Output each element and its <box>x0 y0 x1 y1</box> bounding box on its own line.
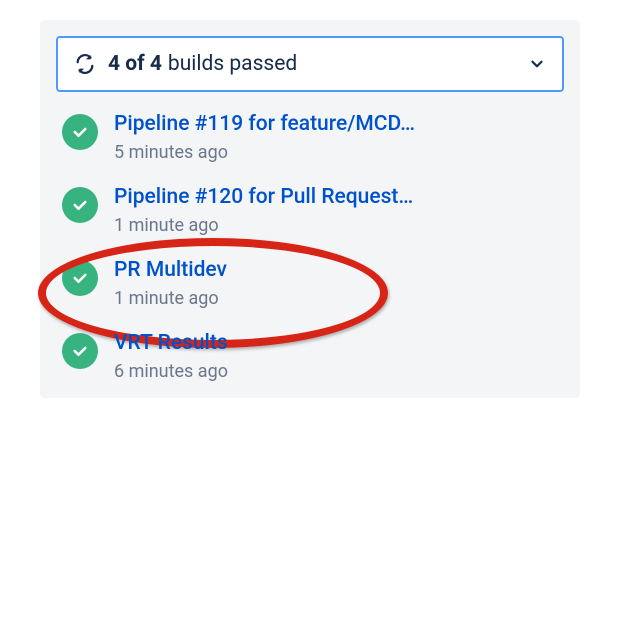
build-text: PR Multidev 1 minute ago <box>114 258 564 309</box>
build-link[interactable]: Pipeline #120 for Pull Request… <box>114 185 514 209</box>
chevron-down-icon <box>528 55 546 73</box>
check-circle-icon <box>62 114 98 150</box>
check-circle-icon <box>62 260 98 296</box>
builds-status: builds passed <box>168 52 297 76</box>
builds-summary-toggle[interactable]: 4 of 4 builds passed <box>56 36 564 92</box>
check-circle-icon <box>62 333 98 369</box>
build-item: Pipeline #120 for Pull Request… 1 minute … <box>62 185 564 236</box>
check-circle-icon <box>62 187 98 223</box>
builds-list: Pipeline #119 for feature/MCD… 5 minutes … <box>56 112 564 382</box>
build-text: Pipeline #120 for Pull Request… 1 minute … <box>114 185 564 236</box>
builds-count: 4 of 4 <box>108 52 162 76</box>
build-link[interactable]: VRT Results <box>114 331 514 355</box>
build-timestamp: 1 minute ago <box>114 215 564 236</box>
build-link[interactable]: PR Multidev <box>114 258 514 282</box>
build-item: Pipeline #119 for feature/MCD… 5 minutes … <box>62 112 564 163</box>
builds-panel: 4 of 4 builds passed Pipeline #119 for f… <box>40 20 580 398</box>
build-item: VRT Results 6 minutes ago <box>62 331 564 382</box>
build-text: VRT Results 6 minutes ago <box>114 331 564 382</box>
refresh-icon <box>74 53 96 75</box>
builds-summary-text: 4 of 4 builds passed <box>108 52 516 76</box>
build-timestamp: 1 minute ago <box>114 288 564 309</box>
build-item: PR Multidev 1 minute ago <box>62 258 564 309</box>
build-timestamp: 6 minutes ago <box>114 361 564 382</box>
build-link[interactable]: Pipeline #119 for feature/MCD… <box>114 112 514 136</box>
build-timestamp: 5 minutes ago <box>114 142 564 163</box>
build-text: Pipeline #119 for feature/MCD… 5 minutes … <box>114 112 564 163</box>
